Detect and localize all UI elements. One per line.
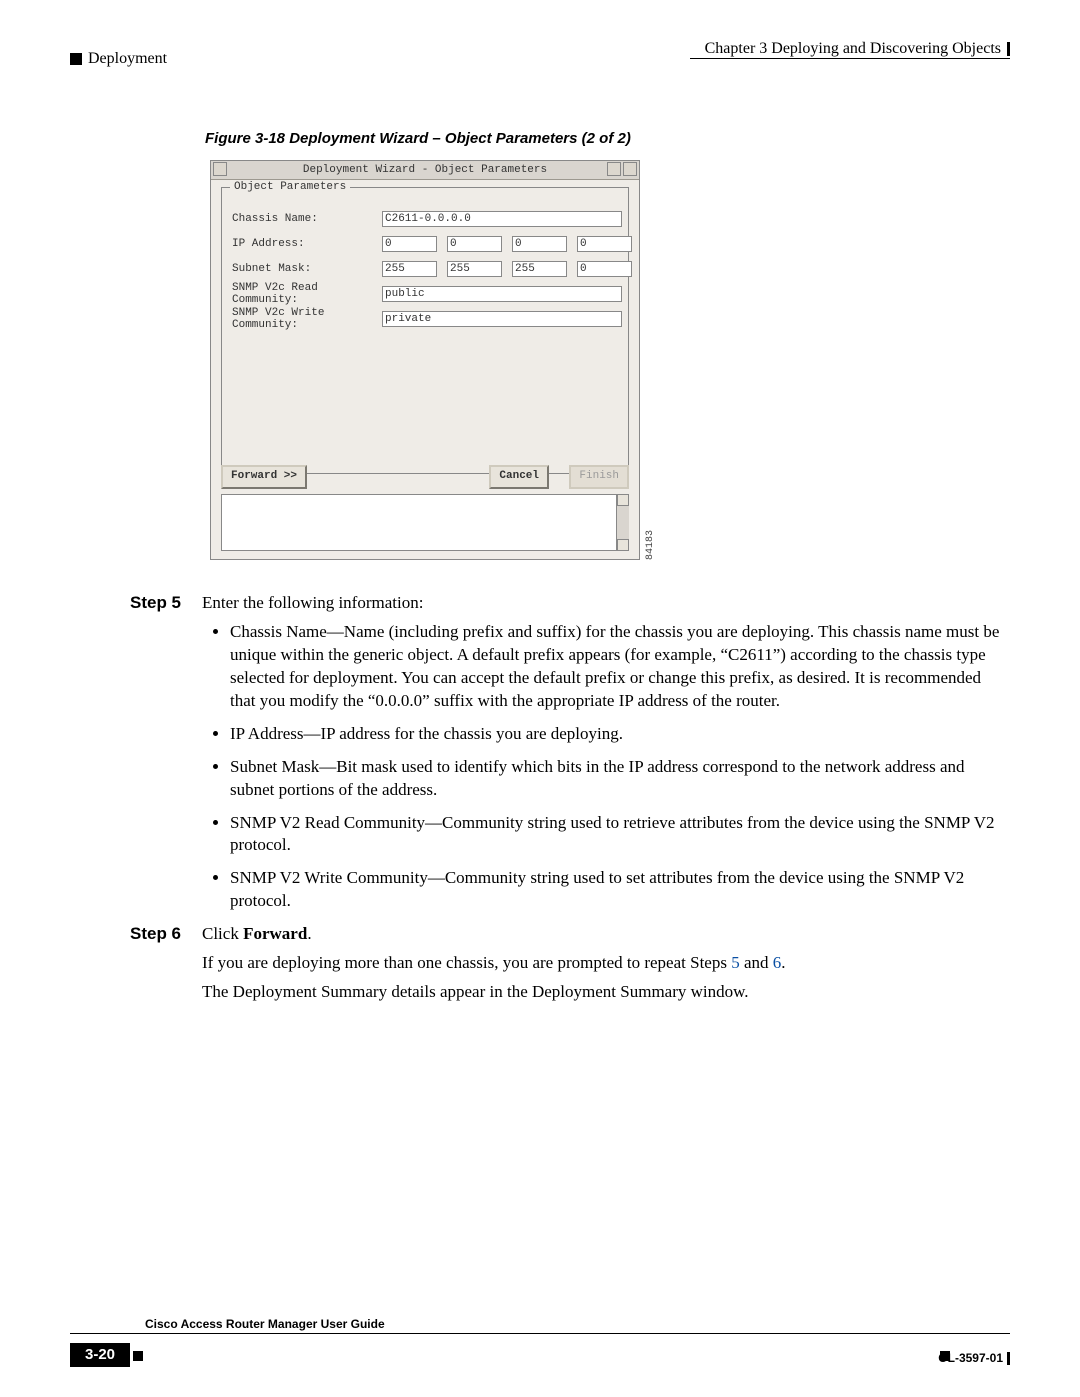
chassis-name-label: Chassis Name: — [232, 213, 382, 225]
page-footer: Cisco Access Router Manager User Guide 3… — [70, 1317, 1010, 1367]
snmp-read-label: SNMP V2c Read Community: — [232, 282, 382, 306]
step-6-label: Step 6 — [130, 923, 202, 946]
header-rule — [690, 58, 1010, 59]
cancel-button[interactable]: Cancel — [489, 465, 549, 489]
chassis-name-input[interactable]: C2611-0.0.0.0 — [382, 211, 622, 227]
step-5-text: Enter the following information: — [202, 592, 1010, 615]
link-step-6[interactable]: 6 — [773, 953, 782, 972]
bullet-snmp-read: SNMP V2 Read Community—Community string … — [230, 812, 1010, 858]
body-text: Step 5 Enter the following information: … — [130, 586, 1010, 1004]
ip-octet-2[interactable]: 0 — [447, 236, 502, 252]
subnet-mask-label: Subnet Mask: — [232, 263, 382, 275]
decoration-square — [133, 1351, 143, 1361]
bullet-ip-address: IP Address—IP address for the chassis yo… — [230, 723, 1010, 746]
step-5-label: Step 5 — [130, 592, 202, 615]
chapter-title: Chapter 3 Deploying and Discovering Obje… — [705, 40, 1001, 58]
step-6-pre: Click — [202, 924, 243, 943]
summary-para: The Deployment Summary details appear in… — [202, 981, 1010, 1004]
window-controls[interactable] — [607, 162, 637, 176]
footer-rule — [70, 1333, 1010, 1334]
ip-octet-3[interactable]: 0 — [512, 236, 567, 252]
wizard-title: Deployment Wizard - Object Parameters — [303, 164, 547, 176]
figure-caption: Figure 3-18 Deployment Wizard – Object P… — [205, 130, 631, 147]
step-6: Step 6 Click Forward. — [130, 923, 1010, 946]
step-5-bullets: Chassis Name—Name (including prefix and … — [130, 621, 1010, 913]
step-6-text: Click Forward. — [202, 923, 1010, 946]
wizard-titlebar: Deployment Wizard - Object Parameters — [211, 161, 639, 180]
decoration-bar — [1007, 1352, 1010, 1365]
step-6-forward: Forward — [243, 924, 307, 943]
section-title: Deployment — [88, 50, 167, 68]
forward-button[interactable]: Forward >> — [221, 465, 307, 489]
scroll-up-icon[interactable] — [617, 494, 629, 506]
decoration-bar — [1007, 42, 1010, 56]
bullet-subnet-mask: Subnet Mask—Bit mask used to identify wh… — [230, 756, 1010, 802]
bullet-snmp-write: SNMP V2 Write Community—Community string… — [230, 867, 1010, 913]
scrollbar[interactable] — [616, 494, 629, 551]
repeat-mid: and — [740, 953, 773, 972]
header-chapter: Chapter 3 Deploying and Discovering Obje… — [705, 40, 1010, 58]
step-5: Step 5 Enter the following information: — [130, 592, 1010, 615]
ip-octet-1[interactable]: 0 — [382, 236, 437, 252]
header-section: Deployment — [70, 50, 167, 68]
figure-image: Deployment Wizard - Object Parameters Ob… — [210, 160, 640, 560]
page: Deployment Chapter 3 Deploying and Disco… — [0, 0, 1080, 1397]
wizard-log-area — [221, 494, 629, 551]
link-step-5[interactable]: 5 — [731, 953, 740, 972]
figure-id: 84183 — [645, 530, 656, 560]
page-number: 3-20 — [70, 1343, 130, 1367]
mask-octet-2[interactable]: 255 — [447, 261, 502, 277]
wizard-window: Deployment Wizard - Object Parameters Ob… — [210, 160, 640, 560]
decoration-square — [70, 53, 82, 65]
finish-button: Finish — [569, 465, 629, 489]
snmp-read-input[interactable]: public — [382, 286, 622, 302]
snmp-write-label: SNMP V2c Write Community: — [232, 307, 382, 331]
object-parameters-group: Object Parameters Chassis Name: C2611-0.… — [221, 187, 629, 474]
mask-octet-1[interactable]: 255 — [382, 261, 437, 277]
group-legend: Object Parameters — [230, 181, 350, 193]
scroll-down-icon[interactable] — [617, 539, 629, 551]
ip-octet-4[interactable]: 0 — [577, 236, 632, 252]
snmp-write-input[interactable]: private — [382, 311, 622, 327]
ip-address-label: IP Address: — [232, 238, 382, 250]
wizard-button-row: Forward >> Cancel Finish — [221, 465, 629, 487]
guide-title: Cisco Access Router Manager User Guide — [70, 1317, 1010, 1331]
window-menu-icon[interactable] — [213, 162, 243, 176]
repeat-post: . — [781, 953, 785, 972]
step-6-post: . — [307, 924, 311, 943]
mask-octet-4[interactable]: 0 — [577, 261, 632, 277]
mask-octet-3[interactable]: 255 — [512, 261, 567, 277]
document-id: OL-3597-01 — [938, 1351, 1010, 1365]
repeat-steps-para: If you are deploying more than one chass… — [202, 952, 1010, 975]
document-id-text: OL-3597-01 — [938, 1351, 1003, 1365]
bullet-chassis-name: Chassis Name—Name (including prefix and … — [230, 621, 1010, 713]
repeat-pre: If you are deploying more than one chass… — [202, 953, 731, 972]
